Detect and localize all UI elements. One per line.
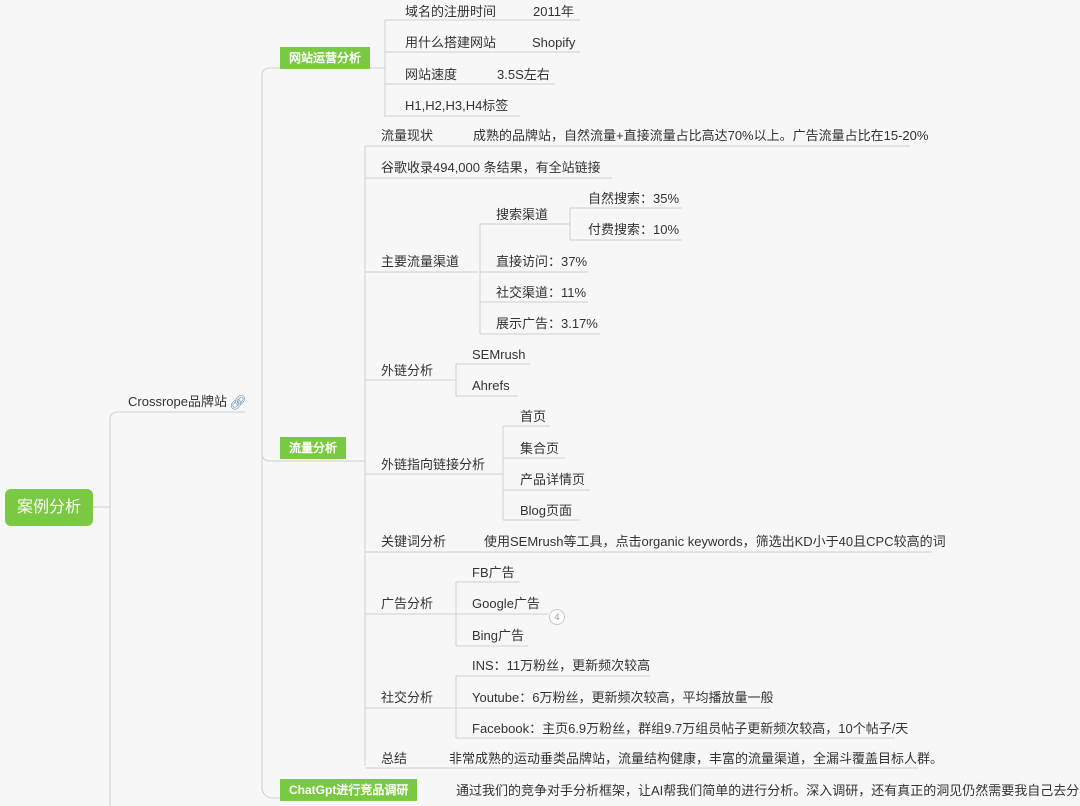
target-blog-node[interactable]: Blog页面 bbox=[520, 503, 572, 519]
collapsed-count-badge[interactable]: 4 bbox=[549, 609, 565, 625]
target-home-node[interactable]: 首页 bbox=[520, 409, 546, 425]
link-icon[interactable]: 🔗︎ bbox=[229, 394, 247, 410]
bing-ads-node[interactable]: Bing广告 bbox=[472, 628, 524, 644]
ahrefs-node[interactable]: Ahrefs bbox=[472, 378, 510, 394]
target-collection-node[interactable]: 集合页 bbox=[520, 441, 559, 457]
site-node[interactable]: Crossrope品牌站 bbox=[128, 394, 227, 410]
ads-analysis-label[interactable]: 广告分析 bbox=[381, 596, 433, 612]
traffic-status-value[interactable]: 成熟的品牌站，自然流量+直接流量占比高达70%以上。广告流量占比在15-20% bbox=[473, 128, 928, 144]
keyword-analysis-label[interactable]: 关键词分析 bbox=[381, 534, 446, 550]
backlink-target-label[interactable]: 外链指向链接分析 bbox=[381, 457, 485, 473]
backlink-analysis-label[interactable]: 外链分析 bbox=[381, 363, 433, 379]
chatgpt-research-tag[interactable]: ChatGpt进行竞品调研 bbox=[280, 779, 418, 801]
traffic-analysis-tag[interactable]: 流量分析 bbox=[280, 437, 347, 459]
fb-ads-node[interactable]: FB广告 bbox=[472, 565, 515, 581]
domain-date-label[interactable]: 域名的注册时间 bbox=[405, 4, 496, 20]
google-ads-node[interactable]: Google广告 bbox=[472, 596, 540, 612]
chatgpt-research-value[interactable]: 通过我们的竞争对手分析框架，让AI帮我们简单的进行分析。深入调研，还有真正的洞见… bbox=[456, 783, 1080, 799]
speed-label[interactable]: 网站速度 bbox=[405, 67, 457, 83]
ins-node[interactable]: INS：11万粉丝，更新频次较高 bbox=[472, 658, 650, 674]
ops-analysis-tag[interactable]: 网站运营分析 bbox=[280, 47, 371, 69]
semrush-node[interactable]: SEMrush bbox=[472, 347, 525, 363]
social-analysis-label[interactable]: 社交分析 bbox=[381, 690, 433, 706]
keyword-analysis-value[interactable]: 使用SEMrush等工具，点击organic keywords，筛选出KD小于4… bbox=[484, 534, 946, 550]
summary-value[interactable]: 非常成熟的运动垂类品牌站，流量结构健康，丰富的流量渠道，全漏斗覆盖目标人群。 bbox=[449, 751, 943, 767]
facebook-node[interactable]: Facebook：主页6.9万粉丝，群组9.7万组员帖子更新频次较高，10个帖子… bbox=[472, 721, 908, 737]
traffic-status-label[interactable]: 流量现状 bbox=[381, 128, 433, 144]
paid-search-node[interactable]: 付费搜索：10% bbox=[588, 222, 679, 238]
platform-label[interactable]: 用什么搭建网站 bbox=[405, 35, 496, 51]
display-ads-node[interactable]: 展示广告：3.17% bbox=[496, 316, 598, 332]
youtube-node[interactable]: Youtube：6万粉丝，更新频次较高，平均播放量一般 bbox=[472, 690, 773, 706]
google-index-node[interactable]: 谷歌收录494,000 条结果，有全站链接 bbox=[381, 160, 601, 176]
headings-node[interactable]: H1,H2,H3,H4标签 bbox=[405, 98, 508, 114]
target-product-node[interactable]: 产品详情页 bbox=[520, 472, 585, 488]
main-channels-label[interactable]: 主要流量渠道 bbox=[381, 254, 459, 270]
organic-search-node[interactable]: 自然搜索：35% bbox=[588, 191, 679, 207]
summary-label[interactable]: 总结 bbox=[381, 751, 407, 767]
direct-visit-node[interactable]: 直接访问：37% bbox=[496, 254, 587, 270]
platform-value[interactable]: Shopify bbox=[532, 35, 575, 51]
social-channel-node[interactable]: 社交渠道：11% bbox=[496, 285, 586, 301]
speed-value[interactable]: 3.5S左右 bbox=[497, 67, 550, 83]
search-channel-node[interactable]: 搜索渠道 bbox=[496, 207, 548, 223]
root-node[interactable]: 案例分析 bbox=[5, 489, 93, 526]
domain-date-value[interactable]: 2011年 bbox=[533, 4, 574, 20]
